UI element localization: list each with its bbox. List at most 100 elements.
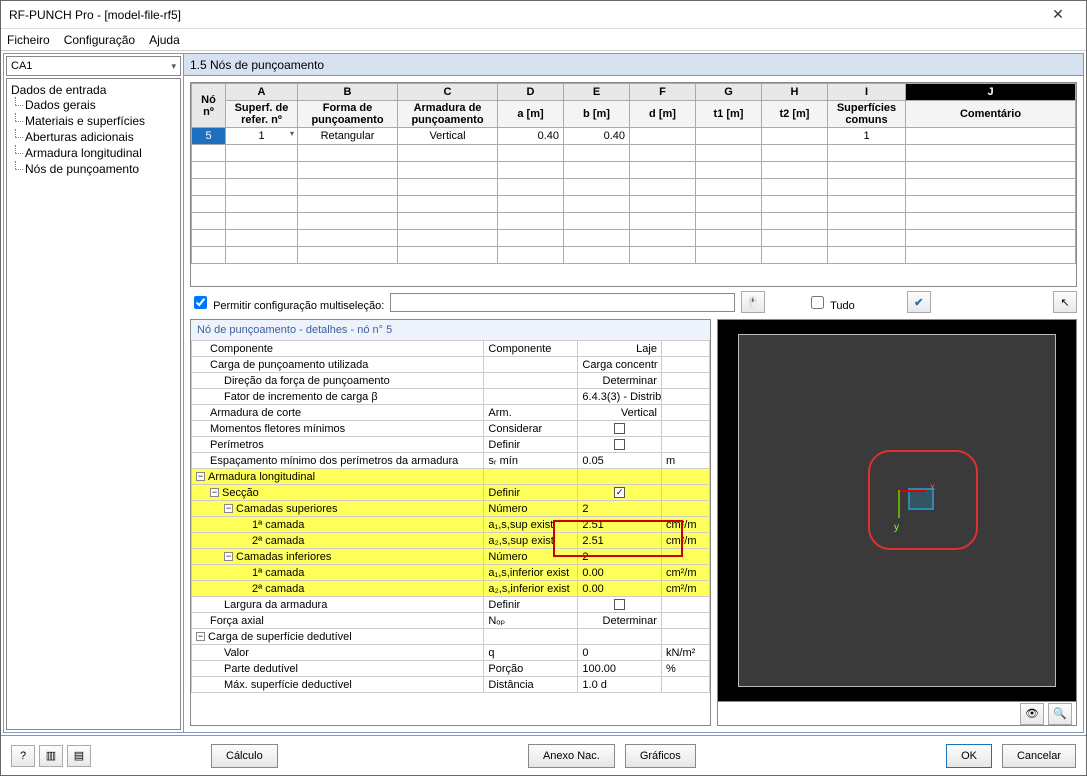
row-larg: Largura da armadura (192, 597, 484, 613)
col-no: Nó nº (192, 84, 226, 128)
row-cami1: 1ª camada (192, 565, 484, 581)
close-icon[interactable]: ✕ (1038, 6, 1078, 23)
menu-config[interactable]: Configuração (64, 33, 135, 47)
cell-superf[interactable]: 1 (226, 128, 298, 145)
chevron-down-icon: ▾ (171, 61, 176, 72)
details-panel: Nó de punçoamento - detalhes - nó n° 5 C… (190, 319, 711, 726)
checkbox-momentos[interactable] (614, 423, 625, 434)
cell-a[interactable]: 0.40 (498, 128, 564, 145)
head-t1: t1 [m] (696, 101, 762, 128)
row-cargasup: Carga de superfície dedutível (208, 631, 352, 643)
col-J: J (906, 84, 1076, 101)
cell-arm[interactable]: Vertical (398, 128, 498, 145)
window-title: RF-PUNCH Pro - [model-file-rf5] (9, 8, 1038, 22)
cell-forma[interactable]: Retangular (298, 128, 398, 145)
col-I: I (828, 84, 906, 101)
row-direcao: Direção da força de punçoamento (192, 373, 484, 389)
tree-item[interactable]: Materiais e superfícies (25, 114, 145, 128)
col-B: B (298, 84, 398, 101)
expand-icon[interactable]: − (210, 488, 219, 497)
expand-icon[interactable]: − (196, 472, 205, 481)
graphics-button[interactable]: Gráficos (625, 744, 696, 768)
checkbox-larg[interactable] (614, 599, 625, 610)
row-cami2: 2ª camada (192, 581, 484, 597)
col-A: A (226, 84, 298, 101)
checkbox-seccao[interactable]: ✓ (614, 487, 625, 498)
pick2-icon[interactable]: ↖ (1053, 291, 1077, 313)
tree-item[interactable]: Dados gerais (25, 98, 96, 112)
head-t2: t2 [m] (762, 101, 828, 128)
title-bar: RF-PUNCH Pro - [model-file-rf5] ✕ (1, 1, 1086, 29)
cell-t2[interactable] (762, 128, 828, 145)
row-cam1: 1ª camada (192, 517, 484, 533)
expand-icon[interactable]: − (224, 552, 233, 561)
details-title: Nó de punçoamento - detalhes - nó n° 5 (191, 320, 710, 340)
all-checkbox[interactable]: Tudo (807, 293, 855, 312)
nodes-grid[interactable]: Nó nº A B C D E F G H I J (190, 82, 1077, 287)
calculate-button[interactable]: Cálculo (211, 744, 278, 768)
tree-root[interactable]: Dados de entrada (11, 83, 106, 97)
head-arm: Armadura de punçoamento (398, 101, 498, 128)
tree-item[interactable]: Nós de punçoamento (25, 162, 139, 176)
expand-icon[interactable]: − (196, 632, 205, 641)
zoom-icon[interactable]: 🔍 (1048, 703, 1072, 725)
nav-tree[interactable]: Dados de entrada Dados gerais Materiais … (6, 78, 181, 730)
row-cam2: 2ª camada (192, 533, 484, 549)
row-armlong: Armadura longitudinal (208, 471, 315, 483)
row-espac: Espaçamento mínimo dos perímetros da arm… (192, 453, 484, 469)
preview-canvas[interactable]: x y (718, 320, 1076, 701)
ok-button[interactable]: OK (946, 744, 992, 768)
row-perimetros: Perímetros (192, 437, 484, 453)
row-caminf: Camadas inferiores (236, 551, 331, 563)
eye-icon[interactable]: 👁 (1020, 703, 1044, 725)
col-H: H (762, 84, 828, 101)
menu-help[interactable]: Ajuda (149, 33, 180, 47)
import-icon[interactable]: ▤ (67, 745, 91, 767)
tree-item[interactable]: Aberturas adicionais (25, 130, 134, 144)
row-forca: Força axial (192, 613, 484, 629)
expand-icon[interactable]: − (224, 504, 233, 513)
cell-t1[interactable] (696, 128, 762, 145)
panel-title: 1.5 Nós de punçoamento (184, 54, 1083, 76)
row-seccao: Secção (222, 487, 259, 499)
row-momentos: Momentos fletores mínimos (192, 421, 484, 437)
row-fator: Fator de incremento de carga β (192, 389, 484, 405)
help-icon[interactable]: ? (11, 745, 35, 767)
apply-icon[interactable]: ✔ (907, 291, 931, 313)
multiselect-checkbox[interactable]: Permitir configuração multiseleção: (190, 293, 384, 312)
col-G: G (696, 84, 762, 101)
cell-com[interactable] (906, 128, 1076, 145)
pick-icon[interactable]: 🖱️ (741, 291, 765, 313)
col-F: F (630, 84, 696, 101)
head-b: b [m] (564, 101, 630, 128)
row-armcorte: Armadura de corte (192, 405, 484, 421)
cell-no: 5 (192, 128, 226, 145)
menu-bar: Ficheiro Configuração Ajuda (1, 29, 1086, 51)
cancel-button[interactable]: Cancelar (1002, 744, 1076, 768)
head-d: d [m] (630, 101, 696, 128)
row-max: Máx. superfície deductível (192, 677, 484, 693)
footer-bar: ? ▥ ▤ Cálculo Anexo Nac. Gráficos OK Can… (1, 735, 1086, 775)
head-supcom: Superfícies comuns (828, 101, 906, 128)
case-combo-value: CA1 (11, 60, 32, 72)
menu-file[interactable]: Ficheiro (7, 33, 50, 47)
row-camsup: Camadas superiores (236, 503, 338, 515)
col-E: E (564, 84, 630, 101)
annex-button[interactable]: Anexo Nac. (528, 744, 615, 768)
preview-3d: x y 👁 🔍 (717, 319, 1077, 726)
checkbox-perimetros[interactable] (614, 439, 625, 450)
case-combo[interactable]: CA1 ▾ (6, 56, 181, 76)
cell-d[interactable] (630, 128, 696, 145)
cell-sc[interactable]: 1 (828, 128, 906, 145)
cell-b[interactable]: 0.40 (564, 128, 630, 145)
head-com: Comentário (906, 101, 1076, 128)
col-D: D (498, 84, 564, 101)
row-valor: Valor (192, 645, 484, 661)
col-C: C (398, 84, 498, 101)
row-componente: Componente (192, 341, 484, 357)
tree-item[interactable]: Armadura longitudinal (25, 146, 142, 160)
app-window: RF-PUNCH Pro - [model-file-rf5] ✕ Fichei… (0, 0, 1087, 776)
table-row[interactable]: 5 1 Retangular Vertical 0.40 0.40 1 (192, 128, 1076, 145)
export-icon[interactable]: ▥ (39, 745, 63, 767)
multiselect-input[interactable] (390, 293, 735, 312)
